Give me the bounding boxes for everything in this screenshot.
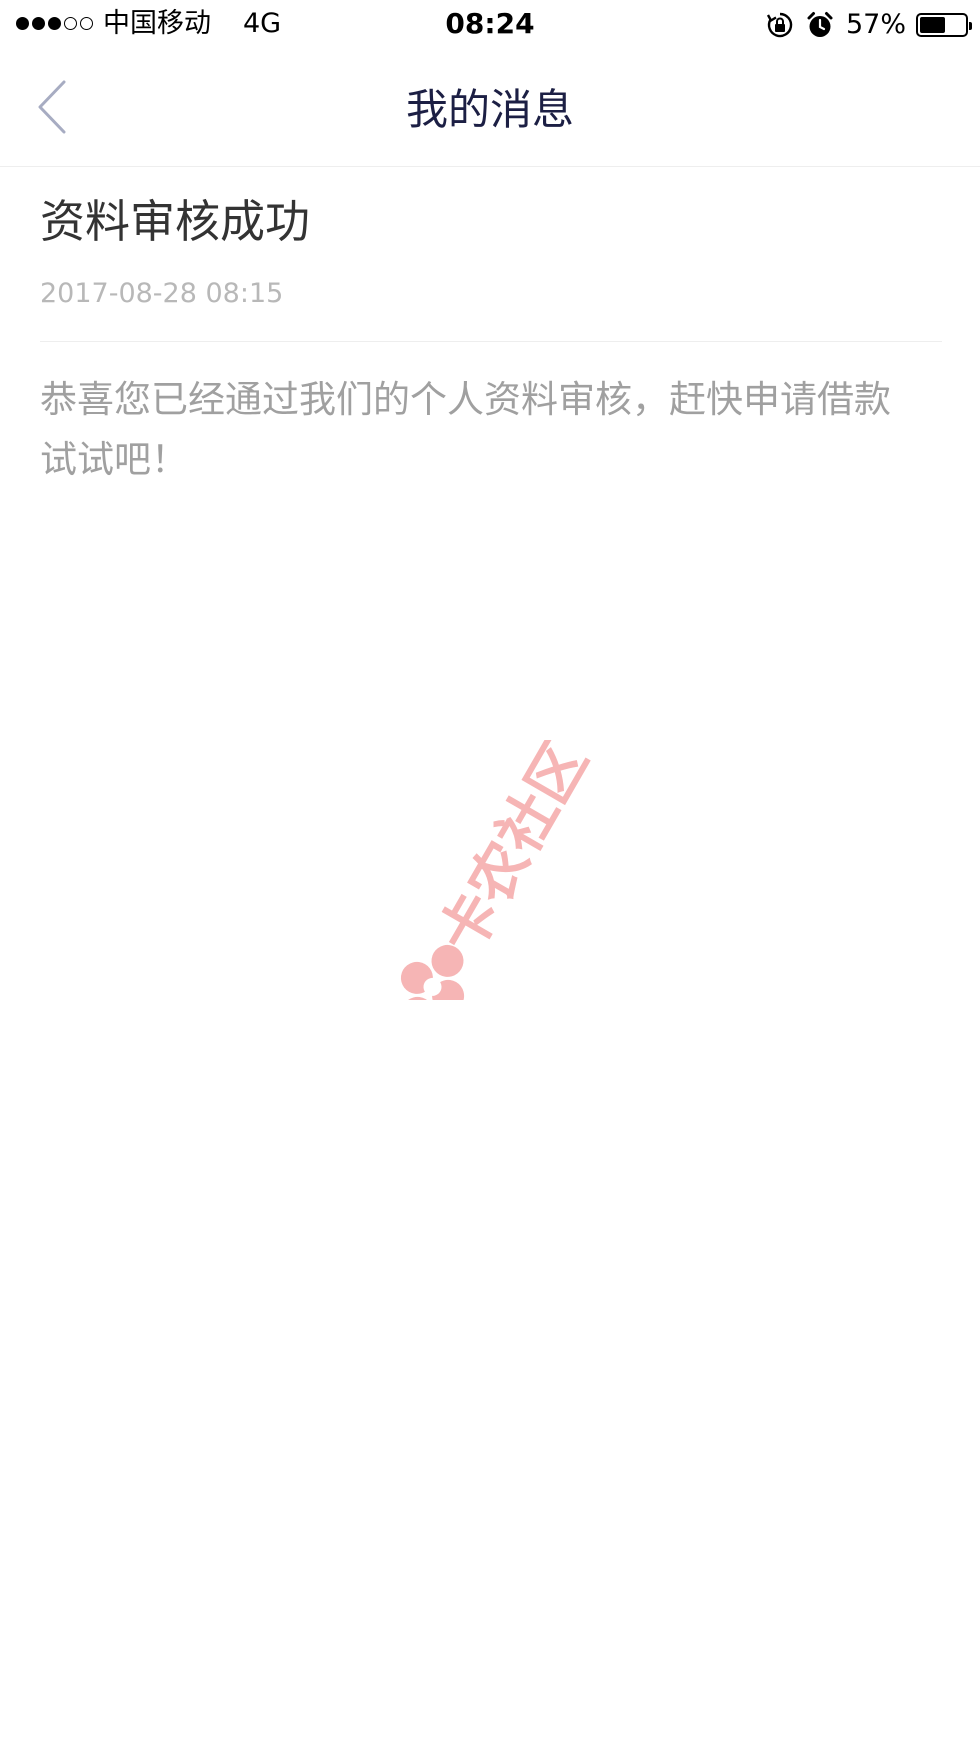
watermark-logo: 卡农社区 [400, 740, 601, 1000]
navigation-bar: 我的消息 [0, 50, 980, 167]
message-body: 恭喜您已经通过我们的个人资料审核，赶快申请借款试试吧！ [40, 378, 891, 481]
svg-text:卡农社区: 卡农社区 [426, 740, 601, 965]
screen: 中国移动 4G 08:24 57% 我的消息 资料审核成功 2017-08-28… [0, 0, 980, 1743]
status-bar: 中国移动 4G 08:24 57% [0, 0, 980, 50]
battery-cap [969, 22, 972, 30]
message-timestamp: 2017-08-28 08:15 [40, 278, 284, 309]
message-detail: 资料审核成功 2017-08-28 08:15 恭喜您已经通过我们的个人资料审核… [40, 167, 942, 490]
status-right-group: 57% [766, 8, 972, 42]
message-title: 资料审核成功 [40, 195, 311, 248]
battery-level-fill [920, 17, 945, 33]
alarm-icon [807, 12, 833, 37]
battery-icon [916, 13, 972, 37]
page-title: 我的消息 [405, 85, 574, 134]
rotation-lock-icon [766, 12, 793, 38]
battery-percentage: 57% [845, 9, 906, 40]
